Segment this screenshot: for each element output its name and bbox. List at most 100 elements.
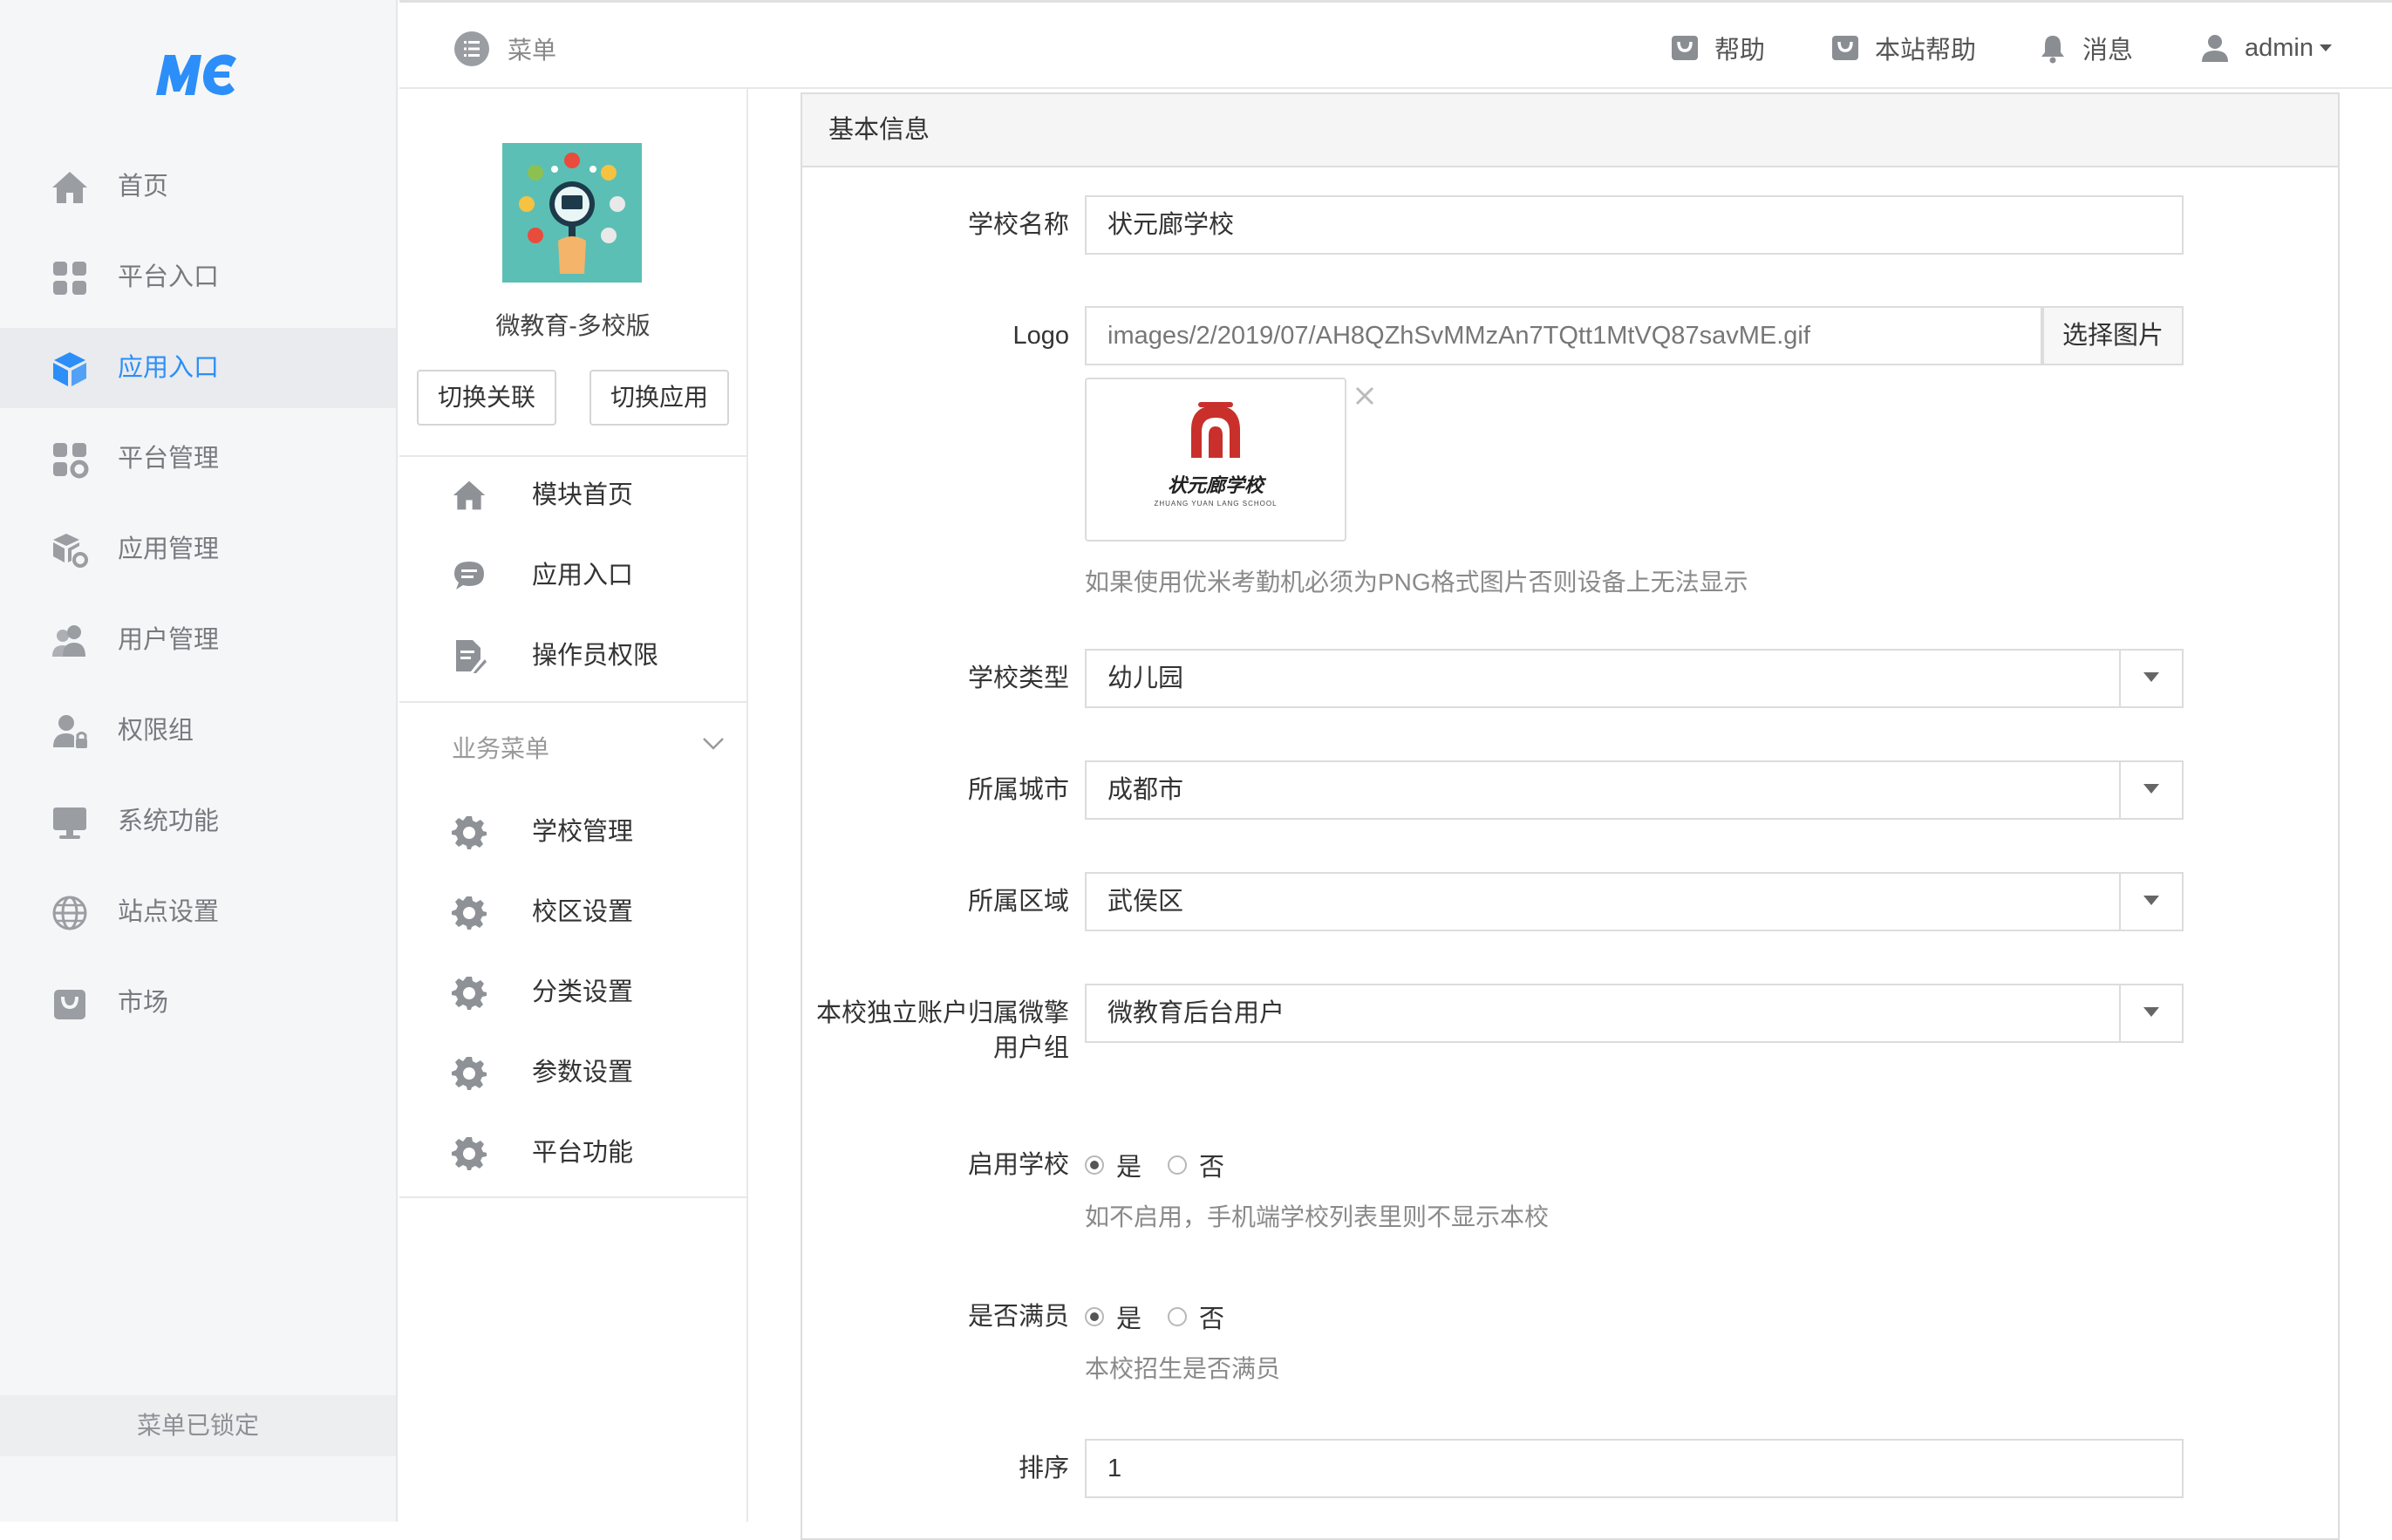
cube-icon bbox=[51, 350, 89, 388]
enable-school-yes-radio[interactable] bbox=[1085, 1155, 1104, 1175]
monitor-icon bbox=[51, 803, 89, 842]
school-type-value: 幼儿园 bbox=[1107, 664, 1184, 692]
enable-school-no-radio[interactable] bbox=[1168, 1155, 1188, 1175]
logo-label: Logo bbox=[1012, 322, 1069, 350]
user-group-select[interactable]: 微教育后台用户 bbox=[1085, 984, 2184, 1043]
nav-item-label: 系统功能 bbox=[118, 807, 220, 835]
business-menu-header[interactable]: 业务菜单 bbox=[452, 730, 549, 765]
subnav-item-label: 应用入口 bbox=[532, 562, 634, 589]
user-group-label: 本校独立账户归属微擎 用户组 bbox=[816, 996, 1069, 1066]
top-bar: 菜单 帮助 本站帮助 消息 admin bbox=[399, 0, 2392, 89]
bag-icon bbox=[51, 985, 89, 1023]
bell-icon bbox=[2037, 32, 2068, 64]
subnav-item-label: 学校管理 bbox=[532, 818, 634, 846]
user-group-label-line1: 本校独立账户归属微擎 bbox=[815, 999, 1069, 1027]
gear-icon bbox=[452, 1135, 487, 1170]
city-label: 所属城市 bbox=[967, 776, 1069, 804]
chat-icon bbox=[452, 558, 487, 593]
help-link[interactable]: 帮助 bbox=[1669, 29, 1765, 67]
messages-link[interactable]: 消息 bbox=[2037, 29, 2133, 67]
nav-item-label: 站点设置 bbox=[118, 898, 220, 926]
grid-gear-icon bbox=[51, 440, 89, 479]
gear-icon bbox=[452, 814, 487, 849]
grid-icon bbox=[51, 259, 89, 297]
nav-item-label: 权限组 bbox=[118, 717, 194, 745]
close-icon[interactable] bbox=[1353, 385, 1376, 407]
gear-icon bbox=[452, 1055, 487, 1090]
site-help-link[interactable]: 本站帮助 bbox=[1830, 29, 1976, 67]
enable-school-no-label[interactable]: 否 bbox=[1199, 1147, 1224, 1183]
nav-item-label: 平台入口 bbox=[118, 263, 220, 291]
box-gear-icon bbox=[51, 531, 89, 569]
switch-app-button[interactable]: 切换应用 bbox=[589, 370, 729, 426]
nav-item-label: 应用入口 bbox=[118, 354, 220, 382]
caret-down-icon bbox=[2143, 672, 2159, 682]
subnav-item-campus-settings[interactable]: 校区设置 bbox=[399, 872, 746, 952]
app-name: 微教育-多校版 bbox=[495, 312, 651, 339]
is-full-no-radio[interactable] bbox=[1168, 1307, 1188, 1326]
bag-icon bbox=[1830, 32, 1861, 64]
sort-input[interactable]: 1 bbox=[1085, 1439, 2184, 1498]
dropdown-toggle[interactable] bbox=[2119, 874, 2182, 930]
nav-item-user-manage[interactable]: 用户管理 bbox=[0, 600, 396, 680]
user-group-value: 微教育后台用户 bbox=[1107, 999, 1285, 1027]
nav-item-permission-group[interactable]: 权限组 bbox=[0, 691, 396, 771]
user-menu[interactable]: admin bbox=[2199, 29, 2333, 67]
is-full-yes-label[interactable]: 是 bbox=[1116, 1298, 1141, 1335]
logo-path-input[interactable]: images/2/2019/07/AH8QZhSvMMzAn7TQtt1MtVQ… bbox=[1085, 306, 2042, 365]
city-select[interactable]: 成都市 bbox=[1085, 760, 2184, 820]
select-image-button[interactable]: 选择图片 bbox=[2042, 306, 2184, 365]
nav-item-home[interactable]: 首页 bbox=[0, 147, 396, 227]
is-full-label: 是否满员 bbox=[967, 1303, 1069, 1331]
nav-item-label: 用户管理 bbox=[118, 626, 220, 654]
subnav-item-category-settings[interactable]: 分类设置 bbox=[399, 952, 746, 1032]
logo-preview-text: 状元廊学校 bbox=[1167, 474, 1264, 497]
nav-item-app-manage[interactable]: 应用管理 bbox=[0, 509, 396, 589]
nav-item-market[interactable]: 市场 bbox=[0, 963, 396, 1043]
logo-preview-subtext: ZHUANG YUAN LANG SCHOOL bbox=[1154, 500, 1278, 508]
nav-item-label: 市场 bbox=[118, 989, 169, 1017]
nav-item-label: 平台管理 bbox=[118, 445, 220, 473]
subnav-item-module-home[interactable]: 模块首页 bbox=[399, 455, 746, 535]
document-edit-icon bbox=[452, 638, 487, 673]
subnav-item-operator-permission[interactable]: 操作员权限 bbox=[399, 616, 746, 696]
enable-school-radio-group: 是 否 bbox=[1085, 1148, 1251, 1182]
nav-item-site-settings[interactable]: 站点设置 bbox=[0, 872, 396, 952]
switch-link-button[interactable]: 切换关联 bbox=[417, 370, 556, 426]
bag-icon bbox=[1669, 32, 1700, 64]
district-label: 所属区域 bbox=[967, 888, 1069, 916]
nav-item-system[interactable]: 系统功能 bbox=[0, 781, 396, 862]
nav-item-app-entry[interactable]: 应用入口 bbox=[0, 328, 396, 408]
city-value: 成都市 bbox=[1107, 776, 1184, 804]
school-type-select[interactable]: 幼儿园 bbox=[1085, 649, 2184, 708]
nav-item-platform-manage[interactable]: 平台管理 bbox=[0, 419, 396, 499]
dropdown-toggle[interactable] bbox=[2119, 651, 2182, 706]
app-logo[interactable] bbox=[153, 48, 240, 100]
district-select[interactable]: 武侯区 bbox=[1085, 872, 2184, 931]
help-label: 帮助 bbox=[1714, 37, 1766, 65]
subnav-item-label: 模块首页 bbox=[532, 481, 634, 509]
nav-item-platform-entry[interactable]: 平台入口 bbox=[0, 237, 396, 317]
is-full-yes-radio[interactable] bbox=[1085, 1307, 1104, 1326]
app-thumbnail bbox=[502, 143, 642, 283]
subnav-item-school-manage[interactable]: 学校管理 bbox=[399, 792, 746, 872]
school-name-input[interactable]: 状元廊学校 bbox=[1085, 195, 2184, 255]
enable-school-yes-label[interactable]: 是 bbox=[1116, 1147, 1141, 1183]
subnav-item-platform-functions[interactable]: 平台功能 bbox=[399, 1113, 746, 1193]
sort-label: 排序 bbox=[1018, 1455, 1069, 1482]
menu-locked-status[interactable]: 菜单已锁定 bbox=[0, 1395, 396, 1456]
divider bbox=[399, 701, 746, 703]
subnav-item-label: 操作员权限 bbox=[532, 642, 659, 670]
menu-toggle[interactable]: 菜单 bbox=[453, 31, 556, 67]
school-type-label: 学校类型 bbox=[967, 664, 1069, 692]
chevron-down-icon[interactable] bbox=[700, 730, 726, 756]
dropdown-toggle[interactable] bbox=[2119, 762, 2182, 818]
is-full-no-label[interactable]: 否 bbox=[1199, 1298, 1224, 1335]
user-name: admin bbox=[2245, 33, 2314, 62]
subnav-item-param-settings[interactable]: 参数设置 bbox=[399, 1032, 746, 1113]
dropdown-toggle[interactable] bbox=[2119, 985, 2182, 1041]
subnav-item-app-entry[interactable]: 应用入口 bbox=[399, 535, 746, 616]
home-icon bbox=[452, 478, 487, 513]
district-value: 武侯区 bbox=[1107, 888, 1184, 916]
users-icon bbox=[51, 622, 89, 660]
